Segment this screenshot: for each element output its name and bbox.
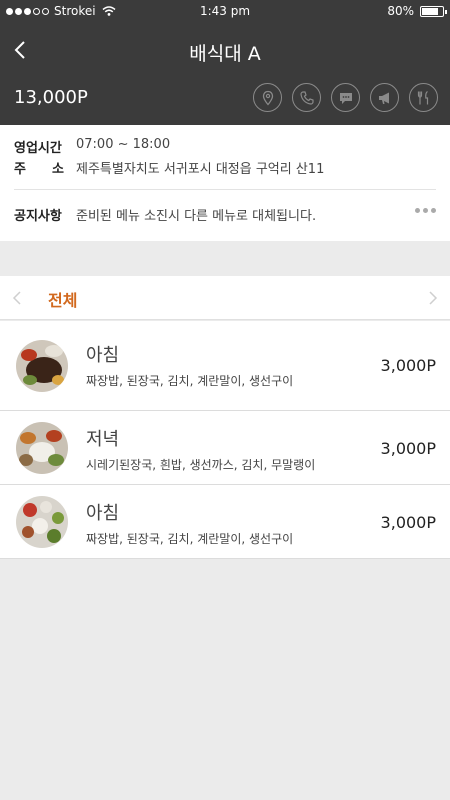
hours-label: 영업시간: [14, 141, 62, 156]
menu-item[interactable]: 저녁 시레기된장국, 흰밥, 생선까스, 김치, 무말랭이 3,000P: [0, 411, 450, 485]
chat-icon: [339, 92, 352, 104]
notice-row: 공지사항 준비된 메뉴 소진시 다른 메뉴로 대체됩니다.: [14, 205, 316, 224]
location-icon: [262, 90, 273, 105]
menu-list: 아침 짜장밥, 된장국, 김치, 계란말이, 생선구이 3,000P 저녁 시레…: [0, 321, 450, 559]
location-button[interactable]: [253, 83, 282, 112]
megaphone-icon: [378, 92, 389, 104]
menu-name: 저녁: [86, 429, 120, 450]
tab-next-button[interactable]: [426, 288, 440, 308]
menu-desc: 시레기된장국, 흰밥, 생선까스, 김치, 무말랭이: [86, 458, 316, 472]
status-bar: Strokei 1:43 pm 80%: [0, 0, 450, 24]
category-tabs: 전체: [0, 276, 450, 320]
nav-bar: 배식대 A: [0, 30, 450, 70]
food-thumbnail: [16, 340, 68, 392]
tab-all[interactable]: 전체: [48, 287, 77, 311]
menu-desc: 짜장밥, 된장국, 김치, 계란말이, 생선구이: [86, 374, 294, 388]
action-icons: [253, 83, 438, 112]
utensils-icon: [417, 90, 428, 104]
chat-button[interactable]: [331, 83, 360, 112]
more-icon[interactable]: [415, 208, 436, 213]
price-row: 13,000P: [0, 78, 450, 122]
menu-price: 3,000P: [380, 439, 436, 458]
address-row: 주 소 제주특별자치도 서귀포시 대정읍 구억리 산11: [14, 158, 324, 177]
price-label: 13,000P: [14, 87, 88, 108]
menu-price: 3,000P: [380, 356, 436, 375]
page-title: 배식대 A: [189, 43, 261, 65]
header: Strokei 1:43 pm 80% 배식대 A 13,000P: [0, 0, 450, 125]
menu-desc: 짜장밥, 된장국, 김치, 계란말이, 생선구이: [86, 532, 294, 546]
chevron-right-icon: [429, 291, 438, 305]
menu-utensils-button[interactable]: [409, 83, 438, 112]
megaphone-button[interactable]: [370, 83, 399, 112]
address-label: 주 소: [14, 162, 64, 177]
battery-status: 80%: [387, 4, 447, 18]
menu-name: 아침: [86, 345, 120, 366]
notice-value: 준비된 메뉴 소진시 다른 메뉴로 대체됩니다.: [76, 209, 317, 224]
battery-percent: 80%: [387, 4, 414, 18]
phone-icon: [299, 90, 314, 105]
food-thumbnail: [16, 422, 68, 474]
status-time: 1:43 pm: [199, 4, 251, 18]
hours-row: 영업시간 07:00 ~ 18:00: [14, 137, 170, 156]
phone-button[interactable]: [292, 83, 321, 112]
chevron-left-icon: [12, 291, 21, 305]
notice-label: 공지사항: [14, 209, 62, 224]
restaurant-info: 영업시간 07:00 ~ 18:00 주 소 제주특별자치도 서귀포시 대정읍 …: [0, 125, 450, 241]
hours-value: 07:00 ~ 18:00: [76, 137, 171, 152]
menu-item[interactable]: 아침 짜장밥, 된장국, 김치, 계란말이, 생선구이 3,000P: [0, 485, 450, 559]
tab-prev-button[interactable]: [10, 288, 24, 308]
menu-item[interactable]: 아침 짜장밥, 된장국, 김치, 계란말이, 생선구이 3,000P: [0, 321, 450, 411]
address-value: 제주특별자치도 서귀포시 대정읍 구억리 산11: [76, 162, 325, 177]
battery-icon: [420, 5, 447, 17]
menu-name: 아침: [86, 503, 120, 524]
menu-price: 3,000P: [380, 513, 436, 532]
food-thumbnail: [16, 496, 68, 548]
info-divider: [14, 189, 436, 190]
